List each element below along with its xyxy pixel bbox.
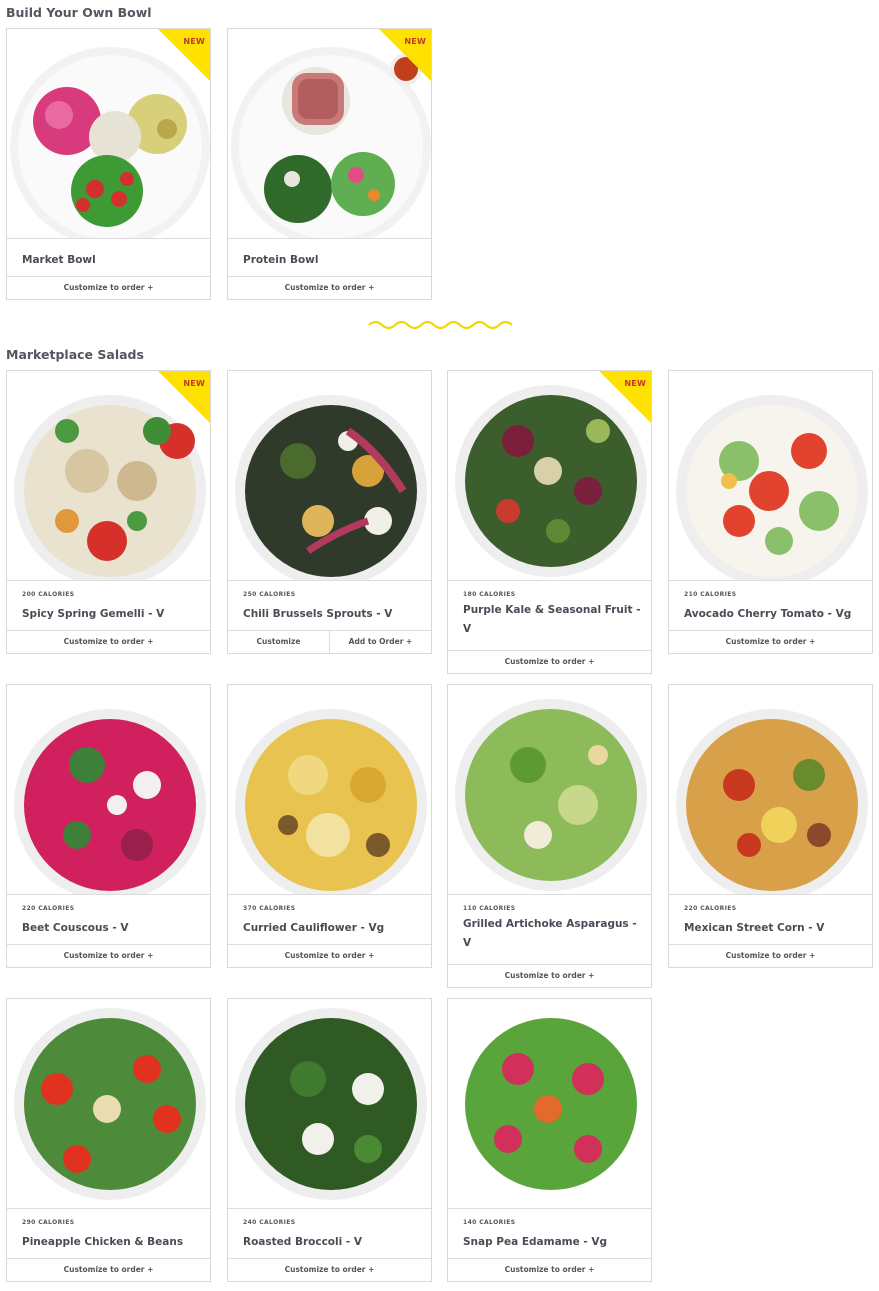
customize-button[interactable]: Customize to order + bbox=[228, 1259, 431, 1281]
salad-photo bbox=[14, 1008, 206, 1200]
calories-label: 290 CALORIES bbox=[22, 1219, 75, 1226]
product-card[interactable]: 110 CALORIES Grilled Artichoke Asparagus… bbox=[447, 684, 652, 988]
product-image[interactable] bbox=[669, 685, 872, 895]
salad-photo bbox=[676, 395, 868, 580]
product-image[interactable]: NEW bbox=[7, 371, 210, 581]
product-name[interactable]: Roasted Broccoli - V bbox=[243, 1233, 421, 1252]
calories-label: 370 CALORIES bbox=[243, 905, 296, 912]
add-to-order-button[interactable]: Add to Order + bbox=[330, 631, 431, 653]
product-name[interactable]: Avocado Cherry Tomato - Vg bbox=[684, 605, 862, 624]
product-image[interactable]: NEW bbox=[7, 29, 210, 239]
product-name[interactable]: Spicy Spring Gemelli - V bbox=[22, 605, 200, 624]
salad-photo bbox=[455, 699, 647, 891]
product-name[interactable]: Chili Brussels Sprouts - V bbox=[243, 605, 421, 624]
calories-label: 240 CALORIES bbox=[243, 1219, 296, 1226]
customize-button[interactable]: Customize to order + bbox=[7, 945, 210, 967]
customize-button[interactable]: Customize to order + bbox=[7, 1259, 210, 1281]
product-name[interactable]: Beet Couscous - V bbox=[22, 919, 200, 938]
calories-label: 220 CALORIES bbox=[22, 905, 75, 912]
calories-label: 110 CALORIES bbox=[463, 905, 516, 912]
customize-button[interactable]: Customize to order + bbox=[448, 651, 651, 673]
salad-photo bbox=[14, 709, 206, 894]
new-badge: NEW bbox=[599, 371, 651, 423]
product-card[interactable]: 290 CALORIES Pineapple Chicken & Beans C… bbox=[6, 998, 211, 1282]
calories-label: 250 CALORIES bbox=[243, 591, 296, 598]
salads-section-title: Marketplace Salads bbox=[6, 347, 144, 362]
product-image[interactable] bbox=[448, 999, 651, 1209]
product-name[interactable]: Purple Kale & Seasonal Fruit - V bbox=[463, 601, 641, 639]
product-name[interactable]: Snap Pea Edamame - Vg bbox=[463, 1233, 641, 1252]
product-name[interactable]: Grilled Artichoke Asparagus - V bbox=[463, 915, 641, 953]
customize-button[interactable]: Customize to order + bbox=[7, 277, 210, 299]
product-image[interactable] bbox=[228, 685, 431, 895]
customize-button[interactable]: Customize to order + bbox=[669, 945, 872, 967]
product-image[interactable]: NEW bbox=[448, 371, 651, 581]
customize-button[interactable]: Customize to order + bbox=[7, 631, 210, 653]
salad-photo bbox=[455, 1008, 647, 1200]
product-image[interactable]: NEW bbox=[228, 29, 431, 239]
calories-label: 180 CALORIES bbox=[463, 591, 516, 598]
wavy-divider bbox=[368, 320, 513, 330]
product-card[interactable]: NEW 180 CALORIES Purple Kale & Seasonal … bbox=[447, 370, 652, 674]
calories-label: 140 CALORIES bbox=[463, 1219, 516, 1226]
product-card[interactable]: 220 CALORIES Beet Couscous - V Customize… bbox=[6, 684, 211, 968]
salad-photo bbox=[235, 709, 427, 894]
salad-photo bbox=[235, 1008, 427, 1200]
product-card-market-bowl[interactable]: NEW Market Bowl Customize to order + bbox=[6, 28, 211, 300]
product-image[interactable] bbox=[7, 685, 210, 895]
product-name[interactable]: Curried Cauliflower - Vg bbox=[243, 919, 421, 938]
new-badge: NEW bbox=[158, 371, 210, 423]
product-card[interactable]: 210 CALORIES Avocado Cherry Tomato - Vg … bbox=[668, 370, 873, 654]
product-card[interactable]: 370 CALORIES Curried Cauliflower - Vg Cu… bbox=[227, 684, 432, 968]
product-image[interactable] bbox=[669, 371, 872, 581]
product-card[interactable]: 250 CALORIES Chili Brussels Sprouts - V … bbox=[227, 370, 432, 654]
new-badge: NEW bbox=[379, 29, 431, 81]
new-badge: NEW bbox=[158, 29, 210, 81]
product-card-protein-bowl[interactable]: NEW Protein Bowl Customize to order + bbox=[227, 28, 432, 300]
product-name[interactable]: Market Bowl bbox=[22, 251, 200, 270]
product-image[interactable] bbox=[7, 999, 210, 1209]
product-name[interactable]: Pineapple Chicken & Beans bbox=[22, 1233, 200, 1252]
product-image[interactable] bbox=[228, 371, 431, 581]
product-card[interactable]: 240 CALORIES Roasted Broccoli - V Custom… bbox=[227, 998, 432, 1282]
salad-photo bbox=[235, 395, 427, 580]
customize-button[interactable]: Customize to order + bbox=[448, 965, 651, 987]
customize-button[interactable]: Customize bbox=[228, 631, 330, 653]
calories-label: 210 CALORIES bbox=[684, 591, 737, 598]
customize-button[interactable]: Customize to order + bbox=[228, 277, 431, 299]
product-name[interactable]: Protein Bowl bbox=[243, 251, 421, 270]
product-image[interactable] bbox=[228, 999, 431, 1209]
product-image[interactable] bbox=[448, 685, 651, 895]
customize-button[interactable]: Customize to order + bbox=[669, 631, 872, 653]
customize-button[interactable]: Customize to order + bbox=[228, 945, 431, 967]
product-card[interactable]: NEW 200 CALORIES Spicy Spring Gemelli - … bbox=[6, 370, 211, 654]
product-card[interactable]: 220 CALORIES Mexican Street Corn - V Cus… bbox=[668, 684, 873, 968]
customize-button[interactable]: Customize to order + bbox=[448, 1259, 651, 1281]
product-name[interactable]: Mexican Street Corn - V bbox=[684, 919, 862, 938]
calories-label: 220 CALORIES bbox=[684, 905, 737, 912]
salad-photo bbox=[676, 709, 868, 894]
product-card[interactable]: 140 CALORIES Snap Pea Edamame - Vg Custo… bbox=[447, 998, 652, 1282]
build-section-title: Build Your Own Bowl bbox=[6, 5, 152, 20]
calories-label: 200 CALORIES bbox=[22, 591, 75, 598]
